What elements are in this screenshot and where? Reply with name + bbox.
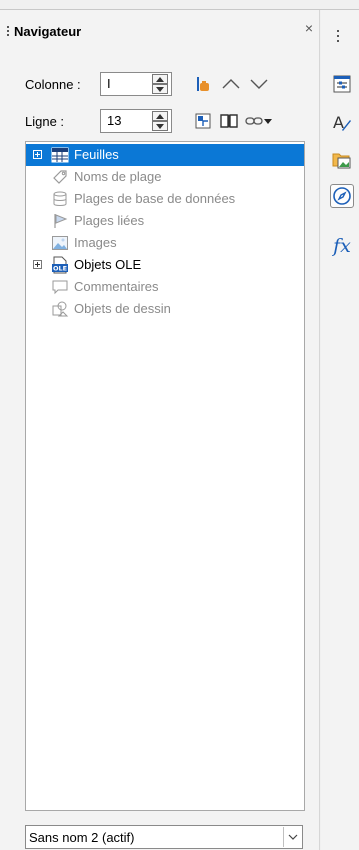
panel-grip-handle[interactable] — [7, 26, 9, 38]
deck-sidebar: A fx — [321, 10, 359, 850]
scenarios-book-icon[interactable] — [218, 111, 240, 131]
column-up-button[interactable] — [152, 74, 168, 84]
drawing-objects-icon — [51, 300, 69, 318]
functions-icon-label: fx — [333, 235, 351, 257]
tree-item-sheets[interactable]: Feuilles — [26, 144, 304, 166]
close-icon[interactable]: × — [302, 20, 316, 36]
tree-item-ole-objects[interactable]: OLE Objets OLE — [26, 254, 304, 276]
column-label: Colonne : — [25, 77, 81, 92]
data-range-icon[interactable] — [193, 74, 213, 94]
tree-item-label: Commentaires — [74, 279, 159, 294]
gallery-icon[interactable] — [330, 148, 354, 172]
expand-icon[interactable] — [33, 260, 42, 269]
panel-title: Navigateur — [14, 24, 82, 39]
expand-icon[interactable] — [33, 150, 42, 159]
column-value: I — [107, 76, 111, 91]
dropdown-arrow-icon[interactable] — [263, 116, 273, 126]
next-arrow-icon[interactable] — [248, 74, 270, 94]
tree-item-label: Objets de dessin — [74, 301, 171, 316]
sidebar-menu-icon[interactable] — [337, 30, 339, 42]
row-value: 13 — [107, 113, 122, 128]
tree-item-label: Objets OLE — [74, 257, 142, 272]
tree-item-database-ranges[interactable]: Plages de base de données — [26, 188, 304, 210]
range-names-icon — [51, 168, 69, 186]
images-icon — [51, 234, 69, 252]
ole-objects-icon: OLE — [51, 256, 69, 274]
navigator-icon[interactable] — [330, 184, 354, 208]
tree-item-label: Noms de plage — [74, 169, 162, 184]
column-spinbox[interactable]: I — [100, 72, 172, 96]
chevron-down-icon[interactable] — [283, 827, 301, 847]
linked-ranges-icon — [51, 212, 69, 230]
row-up-button[interactable] — [152, 111, 168, 121]
svg-text:A: A — [333, 113, 344, 132]
content-tree[interactable]: Feuilles Noms de plage Plages de base de… — [25, 141, 305, 811]
tree-item-label: Plages liées — [74, 213, 145, 228]
tree-item-range-names[interactable]: Noms de plage — [26, 166, 304, 188]
properties-icon[interactable] — [330, 72, 354, 96]
drag-mode-link-icon[interactable] — [244, 111, 264, 131]
row-label: Ligne : — [25, 114, 65, 129]
row-spinbox[interactable]: 13 — [100, 109, 172, 133]
tree-item-label: Images — [74, 235, 117, 250]
tree-item-label: Plages de base de données — [74, 191, 236, 206]
row-down-button[interactable] — [152, 121, 168, 131]
functions-icon[interactable]: fx — [330, 234, 354, 258]
document-select[interactable]: Sans nom 2 (actif) — [25, 825, 303, 849]
sheets-icon — [51, 146, 69, 164]
tree-item-label: Feuilles — [74, 147, 119, 162]
comments-icon — [51, 278, 69, 296]
tree-item-drawing-objects[interactable]: Objets de dessin — [26, 298, 304, 320]
tree-item-linked-ranges[interactable]: Plages liées — [26, 210, 304, 232]
tree-item-images[interactable]: Images — [26, 232, 304, 254]
toggle-icon[interactable] — [193, 111, 213, 131]
document-select-value: Sans nom 2 (actif) — [29, 830, 135, 845]
database-ranges-icon — [51, 190, 69, 208]
column-down-button[interactable] — [152, 84, 168, 94]
styles-icon[interactable]: A — [330, 110, 354, 134]
tree-item-comments[interactable]: Commentaires — [26, 276, 304, 298]
svg-text:OLE: OLE — [53, 265, 67, 273]
previous-arrow-icon[interactable] — [220, 74, 242, 94]
navigator-panel: Navigateur × Colonne : I Ligne : 13 Feui… — [0, 10, 320, 850]
